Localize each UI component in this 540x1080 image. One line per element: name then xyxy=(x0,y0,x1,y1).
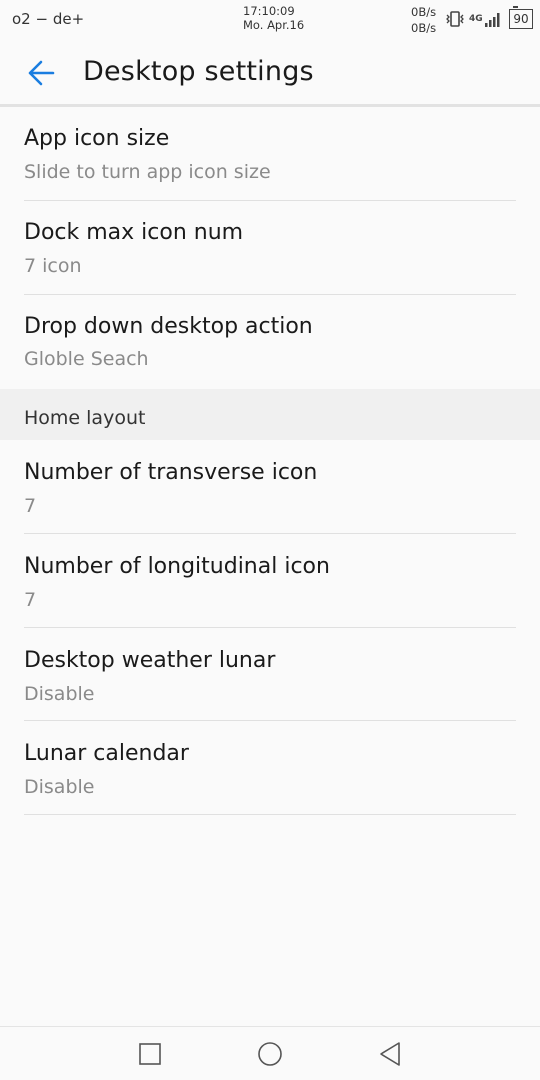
setting-subtitle: 7 xyxy=(24,495,37,517)
setting-subtitle: Disable xyxy=(24,776,95,798)
section-header-label: Home layout xyxy=(24,407,146,429)
clock-time: 17:10:09 xyxy=(243,4,295,18)
setting-title: Number of longitudinal icon xyxy=(24,554,330,579)
divider xyxy=(24,814,516,815)
setting-subtitle: Disable xyxy=(24,683,95,705)
download-speed: 0B/s xyxy=(411,21,437,35)
setting-title: App icon size xyxy=(24,126,170,151)
status-bar: o2 − de+ 17:10:09 Mo. Apr.16 0B/s 0B/s 4… xyxy=(0,0,540,40)
clock-date: Mo. Apr.16 xyxy=(243,18,305,32)
arrow-left-icon xyxy=(28,60,55,86)
setting-title: Desktop weather lunar xyxy=(24,648,276,673)
back-icon xyxy=(380,1042,400,1066)
recent-apps-button[interactable] xyxy=(130,1037,170,1071)
signal-icon xyxy=(484,10,502,28)
setting-subtitle: 7 xyxy=(24,589,37,611)
section-header-home-layout: Home layout xyxy=(0,389,540,440)
network-speed: 0B/s 0B/s xyxy=(411,4,436,36)
navigation-bar xyxy=(0,1026,540,1080)
setting-title: Lunar calendar xyxy=(24,741,189,766)
setting-app-icon-size[interactable]: App icon size Slide to turn app icon siz… xyxy=(0,107,540,201)
setting-subtitle: 7 icon xyxy=(24,255,82,277)
nav-back-button[interactable] xyxy=(370,1037,410,1071)
recent-apps-icon xyxy=(139,1043,161,1065)
screen: o2 − de+ 17:10:09 Mo. Apr.16 0B/s 0B/s 4… xyxy=(0,0,540,1080)
page-title: Desktop settings xyxy=(83,56,314,87)
clock: 17:10:09 Mo. Apr.16 xyxy=(243,4,304,32)
home-icon xyxy=(258,1042,282,1066)
battery-icon: 90 xyxy=(509,6,533,29)
setting-subtitle: Globle Seach xyxy=(24,348,149,370)
battery-level: 90 xyxy=(513,12,529,26)
app-bar: Desktop settings xyxy=(0,40,540,106)
back-button[interactable] xyxy=(20,52,62,94)
carrier-name: o2 − de+ xyxy=(12,10,85,28)
setting-transverse-icon-count[interactable]: Number of transverse icon 7 xyxy=(0,440,540,534)
status-icons: 4G 90 xyxy=(444,6,533,32)
setting-title: Dock max icon num xyxy=(24,220,244,245)
setting-lunar-calendar[interactable]: Lunar calendar Disable xyxy=(0,721,540,815)
setting-desktop-weather-lunar[interactable]: Desktop weather lunar Disable xyxy=(0,628,540,721)
setting-drop-down-desktop-action[interactable]: Drop down desktop action Globle Seach xyxy=(0,295,540,389)
home-button[interactable] xyxy=(250,1037,290,1071)
vibrate-icon xyxy=(444,9,466,29)
upload-speed: 0B/s xyxy=(411,5,437,19)
setting-title: Number of transverse icon xyxy=(24,460,318,485)
setting-subtitle: Slide to turn app icon size xyxy=(24,161,271,183)
setting-dock-max-icon-num[interactable]: Dock max icon num 7 icon xyxy=(0,201,540,295)
network-type-label: 4G xyxy=(469,14,483,24)
network-4g-icon: 4G xyxy=(469,14,483,24)
setting-title: Drop down desktop action xyxy=(24,314,313,339)
setting-longitudinal-icon-count[interactable]: Number of longitudinal icon 7 xyxy=(0,534,540,628)
